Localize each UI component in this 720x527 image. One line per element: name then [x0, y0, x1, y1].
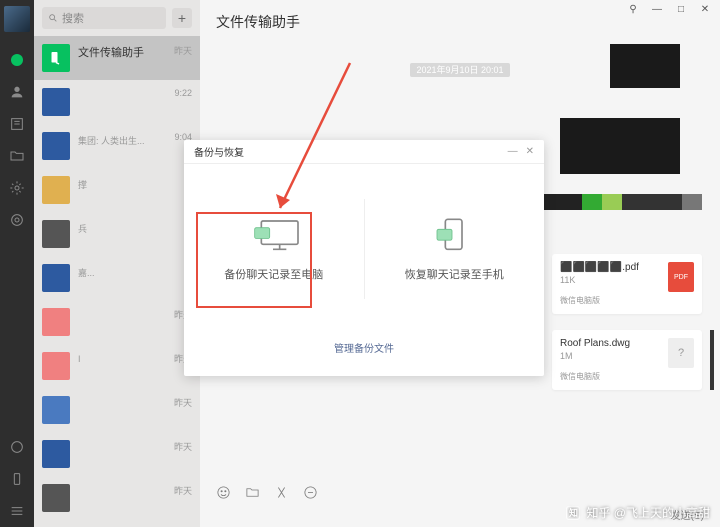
window-controls: ⚲ — □ ✕ — [626, 4, 712, 15]
chat-avatar — [42, 220, 70, 248]
manage-backup-link[interactable]: 管理备份文件 — [184, 334, 544, 361]
restore-to-phone-option[interactable]: 恢复聊天记录至手机 — [365, 164, 545, 334]
chat-item[interactable]: 撑 — [34, 168, 200, 212]
chat-item[interactable]: 兵 — [34, 212, 200, 256]
chat-avatar — [42, 396, 70, 424]
screenshot-icon[interactable] — [274, 485, 289, 500]
file-card-dwg[interactable]: Roof Plans.dwg 1M 微信电脑版 ? — [552, 330, 702, 390]
zhihu-logo-icon: 知 — [566, 506, 580, 520]
chat-avatar — [42, 44, 70, 72]
backup-to-pc-option[interactable]: 备份聊天记录至电脑 — [184, 164, 364, 334]
chat-item[interactable]: 昨天 — [34, 388, 200, 432]
add-button[interactable]: + — [172, 8, 192, 28]
chat-list: 文件传输助手 昨天 9:22 集团: 人类出生... 9:04 撑 兵 嘉...… — [34, 36, 200, 527]
chat-item[interactable]: 嘉... — [34, 256, 200, 300]
chat-item[interactable]: 集团: 人类出生... 9:04 — [34, 124, 200, 168]
file-card-pdf[interactable]: ⬛⬛⬛⬛⬛.pdf 11K 微信电脑版 PDF — [552, 254, 702, 314]
phone-icon[interactable] — [9, 471, 25, 487]
menu-icon[interactable] — [9, 503, 25, 519]
backup-restore-dialog: 备份与恢复 — ✕ 备份聊天记录至电脑 恢复聊天记录至手机 管理备份文件 — [184, 140, 544, 376]
chat-avatar — [42, 264, 70, 292]
chat-avatar — [42, 440, 70, 468]
history-icon[interactable] — [303, 485, 318, 500]
files-icon[interactable] — [9, 148, 25, 164]
image-message[interactable] — [610, 44, 680, 88]
contacts-icon[interactable] — [9, 84, 25, 100]
close-button[interactable]: ✕ — [698, 4, 712, 15]
miniprogram-icon[interactable] — [9, 439, 25, 455]
chat-avatar — [42, 484, 70, 512]
chat-item[interactable]: 昨天 — [34, 476, 200, 520]
dialog-title: 备份与恢复 — [194, 144, 244, 159]
favorites-icon[interactable] — [9, 116, 25, 132]
chat-icon[interactable] — [9, 52, 25, 68]
unknown-file-icon: ? — [668, 338, 694, 368]
watermark: 知 知乎 @飞上天的小高甜 — [566, 504, 710, 521]
settings-icon[interactable] — [9, 180, 25, 196]
image-message[interactable] — [522, 194, 702, 210]
chat-avatar — [42, 176, 70, 204]
restore-label: 恢复聊天记录至手机 — [405, 266, 504, 282]
chat-item[interactable]: 9:22 — [34, 80, 200, 124]
pdf-icon: PDF — [668, 262, 694, 292]
monitor-icon — [252, 216, 296, 252]
image-message[interactable] — [560, 118, 680, 174]
minimize-button[interactable]: — — [650, 4, 664, 15]
dialog-minimize[interactable]: — — [508, 146, 518, 157]
scrollbar-thumb[interactable] — [710, 330, 714, 390]
chat-title: 文件传输助手 — [216, 14, 300, 30]
backup-label: 备份聊天记录至电脑 — [224, 266, 323, 282]
chat-item[interactable]: I 昨天 — [34, 344, 200, 388]
chat-item[interactable]: 文件传输助手 昨天 — [34, 36, 200, 80]
chat-avatar — [42, 132, 70, 160]
apps-icon[interactable] — [9, 212, 25, 228]
maximize-button[interactable]: □ — [674, 4, 688, 15]
input-toolbar — [200, 477, 720, 507]
chat-item[interactable]: 昨天 — [34, 300, 200, 344]
user-avatar[interactable] — [4, 6, 30, 32]
chat-list-panel: 搜索 + 文件传输助手 昨天 9:22 集团: 人类出生... 9:04 撑 兵… — [34, 0, 200, 527]
phone-icon — [432, 216, 476, 252]
dialog-close[interactable]: ✕ — [526, 146, 534, 157]
emoji-icon[interactable] — [216, 485, 231, 500]
chat-avatar — [42, 352, 70, 380]
dialog-header: 备份与恢复 — ✕ — [184, 140, 544, 164]
folder-icon[interactable] — [245, 485, 260, 500]
search-input[interactable]: 搜索 — [42, 7, 166, 29]
chat-avatar — [42, 88, 70, 116]
left-nav — [0, 0, 34, 527]
chat-avatar — [42, 308, 70, 336]
chat-item[interactable]: 昨天 — [34, 432, 200, 476]
search-bar: 搜索 + — [34, 0, 200, 36]
pin-button[interactable]: ⚲ — [626, 4, 640, 15]
